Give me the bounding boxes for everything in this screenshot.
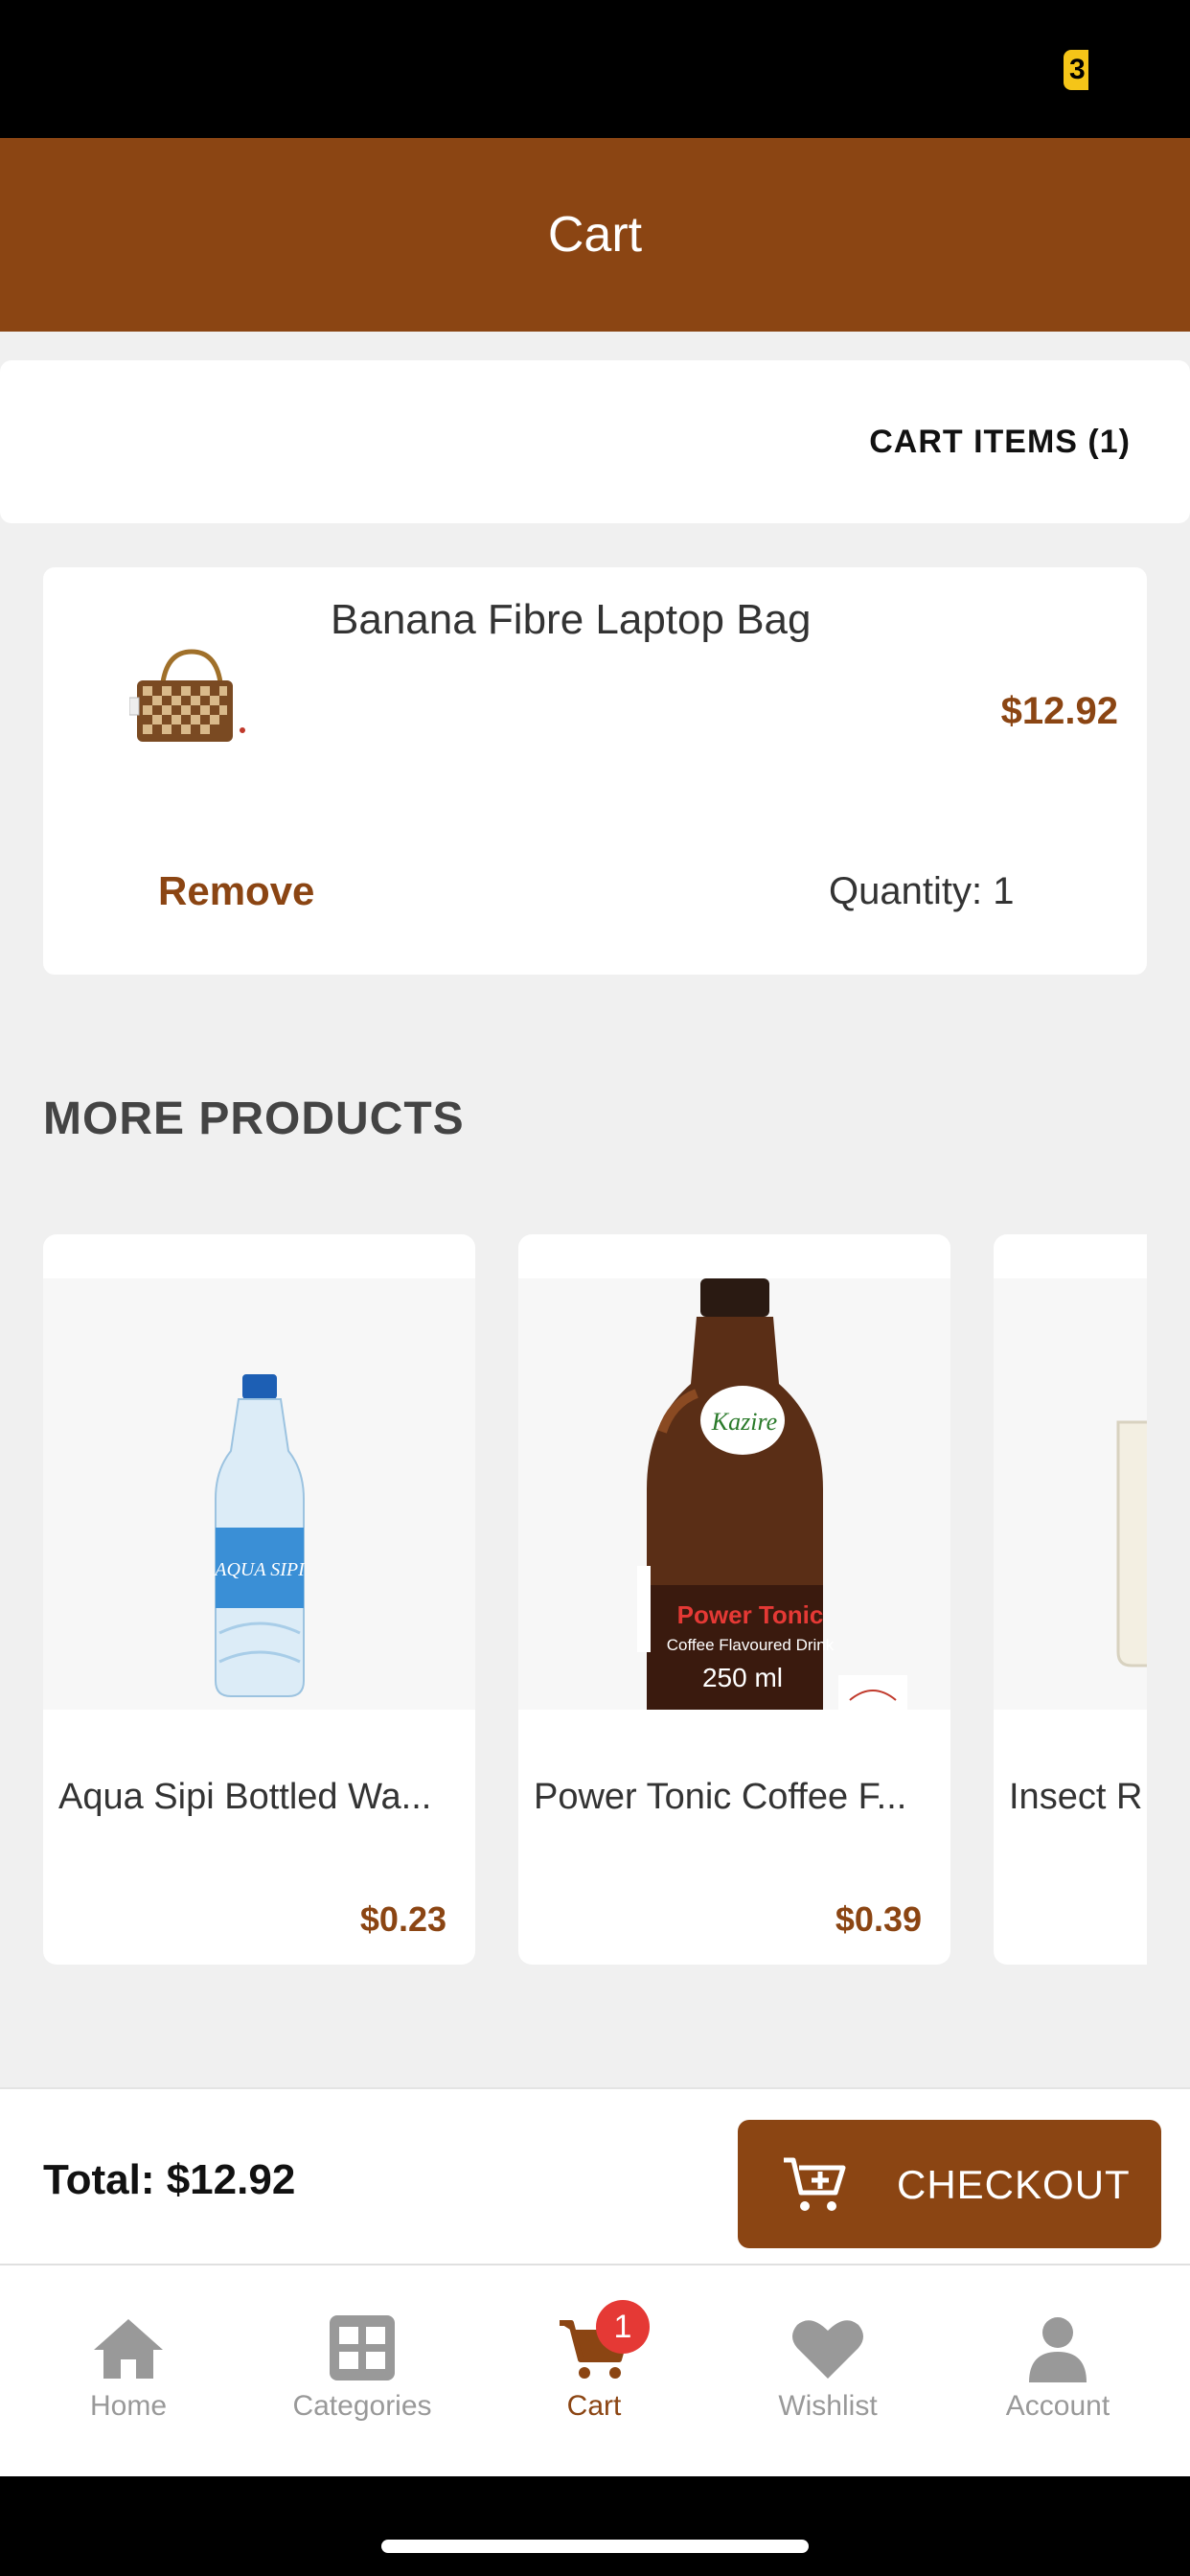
checkout-label: CHECKOUT <box>897 2162 1131 2207</box>
product-card[interactable]: AQUA SIPI Aqua Sipi Bottled Wa... $0.23 <box>43 1234 475 1965</box>
cart-count-badge: 1 <box>596 2300 650 2354</box>
bottom-tab-bar: Home Categories Cart 1 Wishlist Account <box>0 2264 1190 2476</box>
cart-item-name: Banana Fibre Laptop Bag <box>331 596 812 643</box>
home-icon <box>94 2319 163 2379</box>
tab-categories[interactable]: Categories <box>266 2266 458 2478</box>
checkout-bar: Total: $12.92 CHECKOUT <box>0 2087 1190 2264</box>
product-name: Power Tonic Coffee F... <box>534 1777 907 1817</box>
bottle-brand-text: Power Tonic <box>677 1600 824 1629</box>
bottle-logo-text: Kazire <box>711 1408 777 1436</box>
more-products-carousel[interactable]: AQUA SIPI Aqua Sipi Bottled Wa... $0.23 … <box>43 1234 1147 1965</box>
home-indicator[interactable] <box>381 2540 809 2553</box>
product-card[interactable]: Insect R <box>994 1234 1147 1965</box>
tab-label: Home <box>89 2390 168 2422</box>
home-indicator-area <box>0 2476 1190 2576</box>
remove-button[interactable]: Remove <box>158 868 314 914</box>
bottle-label-text: AQUA SIPI <box>213 1559 306 1580</box>
total-amount: Total: $12.92 <box>43 2156 296 2203</box>
product-price: $0.23 <box>359 1899 446 1939</box>
checkout-button[interactable]: CHECKOUT <box>738 2120 1161 2248</box>
cart-item-price: $12.92 <box>1000 690 1118 732</box>
tab-home[interactable]: Home <box>42 2266 215 2478</box>
water-bottle-image: AQUA SIPI <box>213 1374 306 1697</box>
tab-label: Cart <box>566 2390 622 2422</box>
quantity-label[interactable]: Quantity: 1 <box>829 870 1014 913</box>
tab-wishlist[interactable]: Wishlist <box>742 2266 914 2478</box>
cart-plus-icon <box>784 2157 846 2211</box>
tab-label: Wishlist <box>778 2390 878 2422</box>
status-bar: 3 <box>0 0 1190 138</box>
tab-label: Categories <box>292 2390 432 2422</box>
product-image <box>994 1278 1147 1710</box>
product-image: AQUA SIPI <box>43 1278 475 1710</box>
product-card[interactable]: Kazire Power Tonic Coffee Flavoured Drin… <box>518 1234 950 1965</box>
cart-items-count: CART ITEMS (1) <box>869 424 1131 460</box>
tab-account[interactable]: Account <box>972 2266 1144 2478</box>
tab-cart[interactable]: Cart <box>508 2266 680 2478</box>
grid-icon <box>330 2315 395 2380</box>
tab-label: Account <box>1005 2390 1110 2422</box>
bottle-sub-text: Coffee Flavoured Drink <box>667 1636 835 1654</box>
cart-items-summary: CART ITEMS (1) <box>0 360 1190 523</box>
status-badge: 3 <box>1064 50 1088 90</box>
app-header: Cart <box>0 138 1190 332</box>
insect-repellent-image <box>1116 1420 1147 1668</box>
product-price: $0.39 <box>835 1899 922 1939</box>
more-products-title: MORE PRODUCTS <box>43 1093 465 1144</box>
product-name: Insect R <box>1009 1777 1143 1817</box>
bottle-volume-text: 250 ml <box>702 1663 783 1692</box>
product-image: Kazire Power Tonic Coffee Flavoured Drin… <box>518 1278 950 1710</box>
page-title: Cart <box>547 207 643 263</box>
product-name: Aqua Sipi Bottled Wa... <box>58 1777 432 1817</box>
heart-icon <box>792 2320 863 2379</box>
user-icon <box>1029 2317 1087 2382</box>
laptop-bag-image[interactable] <box>129 644 254 749</box>
coffee-bottle-image: Kazire Power Tonic Coffee Flavoured Drin… <box>637 1278 907 1710</box>
cart-item-card: Banana Fibre Laptop Bag $12.92 Remove Qu… <box>43 567 1147 975</box>
